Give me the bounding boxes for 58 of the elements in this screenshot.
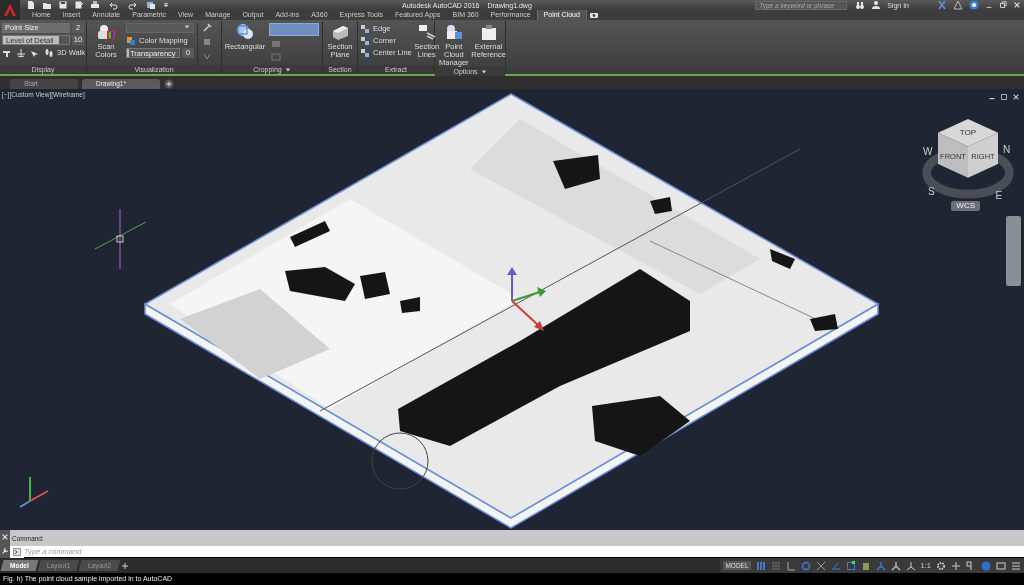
compass-letter[interactable]: N [1003,143,1011,155]
close-icon[interactable] [1013,0,1021,10]
view-cube-drawing[interactable] [922,119,1014,199]
crosshair-cursor-icon [94,208,147,270]
section-lines-icon [416,23,437,41]
annotation-visibility-icon[interactable] [875,560,886,571]
caret-icon[interactable] [184,24,190,30]
help-icon[interactable] [969,0,979,10]
restore-icon[interactable] [999,0,1007,10]
user-icon[interactable] [871,0,882,10]
lineweight-icon[interactable] [860,560,871,571]
ucs-menu[interactable]: WCS [951,201,980,211]
share-icon[interactable] [146,0,156,10]
cube-face-label[interactable]: FRONT [940,152,966,161]
eyedropper-icon[interactable] [202,23,212,33]
autocad-logo-icon[interactable] [3,3,17,17]
light-icon[interactable] [202,51,212,61]
gear-icon[interactable] [936,560,946,571]
wrench-icon[interactable] [1,547,9,555]
compass-letter[interactable]: S [928,186,935,198]
menu-icon[interactable] [1011,560,1021,571]
plus-icon[interactable] [951,560,961,571]
color-dropdown[interactable] [126,23,194,33]
section-plane-icon [330,23,350,41]
exchange-icon[interactable] [937,0,947,10]
color-swatch-icon[interactable] [202,37,212,47]
cube-face-label[interactable]: TOP [959,128,977,138]
crop-shapes-icon [235,23,255,41]
save-as-icon[interactable] [74,0,84,10]
corner-icon[interactable] [360,35,370,46]
print-icon[interactable] [90,0,100,10]
save-icon[interactable] [58,0,68,10]
color-mapping-icon[interactable] [126,35,136,46]
edge-icon[interactable] [360,23,370,34]
new-tab-icon[interactable] [164,79,174,89]
object-snap-icon[interactable] [815,560,826,571]
orbit-icon[interactable] [16,47,26,58]
dropdown-icon[interactable] [162,0,170,10]
ucs-axis-icon [19,476,49,508]
compass-letter[interactable]: E [995,190,1003,201]
close-icon[interactable] [1,533,9,541]
annotation-scale-icon[interactable] [905,560,916,571]
clean-screen-icon[interactable] [996,560,1006,571]
command-prompt-icon[interactable] [10,546,24,558]
compass-letter[interactable]: W [923,146,933,158]
ucs-gizmo-icon[interactable] [507,267,546,331]
polar-icon[interactable] [800,560,811,571]
triangle-icon[interactable] [953,0,963,10]
auto-scale-icon[interactable] [890,560,901,571]
tracking-icon[interactable] [845,560,856,571]
center-line-icon[interactable] [360,47,370,58]
grid-icon[interactable] [755,560,766,571]
color-scan-icon [96,23,116,41]
footprints-icon[interactable] [44,47,54,58]
cube-face-label[interactable]: RIGHT [971,152,995,161]
viewport-restore-icon[interactable] [1000,93,1008,101]
viewport-close-icon[interactable] [1012,93,1020,101]
binoculars-icon[interactable] [855,0,866,10]
